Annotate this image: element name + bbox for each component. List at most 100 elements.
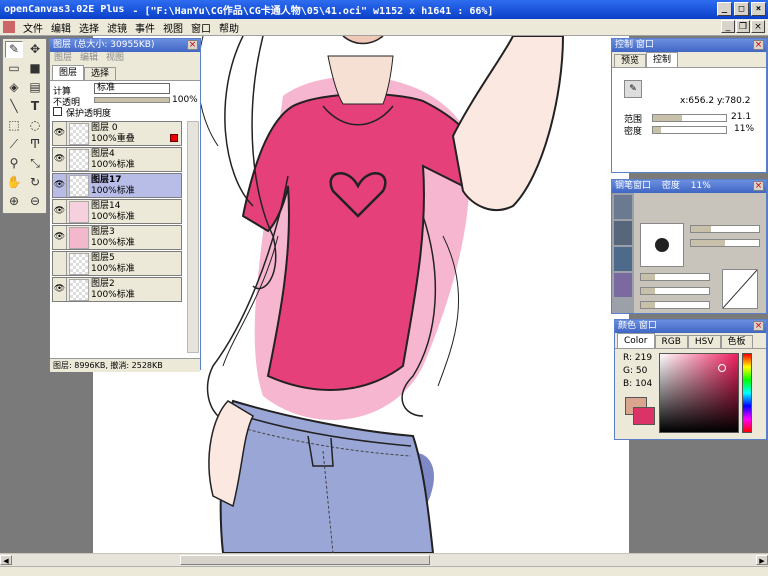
tab-swatches[interactable]: 色板	[720, 335, 753, 348]
layer-lock-icon[interactable]	[170, 134, 178, 142]
rect-select-icon[interactable]: ⬚	[5, 117, 23, 134]
text-select-icon[interactable]: Ͳ	[26, 136, 44, 153]
tab-rgb[interactable]: RGB	[654, 335, 688, 348]
layer-row[interactable]: 👁 图层 0 100%重叠	[52, 121, 182, 146]
layer-row[interactable]: 👁 图层3 100%标准	[52, 225, 182, 250]
tab-color[interactable]: Color	[617, 333, 655, 348]
brush-slider-5[interactable]	[640, 301, 710, 309]
line-tool-icon[interactable]: ╲	[5, 98, 23, 115]
brush-watercolor-icon[interactable]	[614, 273, 632, 297]
control-panel-header[interactable]: 控制 窗口 ×	[612, 39, 766, 52]
density-slider[interactable]	[652, 126, 727, 134]
subtab-layer[interactable]: 图层	[52, 65, 85, 80]
eye-icon[interactable]: 👁	[53, 122, 67, 145]
layer-row[interactable]: 👁 图层4 100%标准	[52, 147, 182, 172]
layer-row-selected[interactable]: 👁 图层17 100%标准	[52, 173, 182, 198]
protect-transparency-checkbox[interactable]	[53, 107, 62, 116]
lasso-select-icon[interactable]: ◌	[26, 117, 44, 134]
layer-name: 图层4	[91, 149, 115, 159]
layer-mode: 100%标准	[91, 264, 135, 274]
menu-window[interactable]: 窗口	[191, 20, 211, 35]
horizontal-scrollbar[interactable]: ◀ ▶	[0, 553, 768, 566]
toolbox: ✎ ✥ ▭ ■ ◈ ▤ ╲ T ⬚ ◌ ⟋ Ͳ ⚲ ⤡ ✋ ↻ ⊕ ⊖	[2, 38, 47, 214]
brush-panel-close-icon[interactable]: ×	[753, 181, 764, 191]
tab-preview[interactable]: 预览	[614, 54, 647, 67]
menu-file[interactable]: 文件	[23, 20, 43, 35]
color-panel-close-icon[interactable]: ×	[753, 321, 764, 331]
brush-slider-4[interactable]	[640, 287, 710, 295]
scroll-thumb[interactable]	[180, 555, 430, 565]
brush-panel-header[interactable]: 钢笔窗口 密度 11% ×	[612, 180, 766, 193]
zoom-in-icon[interactable]: ⊕	[5, 193, 23, 210]
text-tool-icon[interactable]: T	[26, 98, 44, 115]
bucket-fill-icon[interactable]: ◈	[5, 79, 23, 96]
hand-tool-icon[interactable]: ✋	[5, 174, 23, 191]
foreground-color-swatch[interactable]	[633, 407, 655, 425]
layer-row[interactable]: 👁 图层14 100%标准	[52, 199, 182, 224]
doc-close-button[interactable]: ×	[751, 20, 765, 33]
eye-icon[interactable]: 👁	[53, 278, 67, 301]
tab-layer[interactable]: 图层	[54, 52, 72, 65]
app-icon[interactable]	[3, 21, 15, 33]
maximize-button[interactable]: □	[734, 2, 749, 16]
brush-density-label: 密度	[661, 181, 680, 191]
eye-icon[interactable]: 👁	[53, 226, 67, 249]
layer-mode: 100%标准	[91, 290, 135, 300]
eye-icon[interactable]: 👁	[53, 200, 67, 223]
brush-slider-2[interactable]	[690, 239, 760, 247]
control-panel-close-icon[interactable]: ×	[753, 40, 764, 50]
move-tool-icon[interactable]: ✥	[26, 41, 44, 58]
scroll-right-arrow[interactable]: ▶	[756, 555, 768, 565]
color-panel-header[interactable]: 颜色 窗口 ×	[615, 320, 766, 333]
menu-help[interactable]: 帮助	[219, 20, 239, 35]
layers-panel-title: 图层 (总大小: 30955KB)	[53, 40, 155, 50]
menu-edit[interactable]: 编辑	[51, 20, 71, 35]
gradient-icon[interactable]: ▤	[26, 79, 44, 96]
layer-row[interactable]: 图层5 100%标准	[52, 251, 182, 276]
layer-name: 图层3	[91, 227, 115, 237]
rotate-tool-icon[interactable]: ↻	[26, 174, 44, 191]
eye-icon[interactable]: 👁	[53, 148, 67, 171]
eye-icon[interactable]: 👁	[53, 174, 67, 197]
scroll-left-arrow[interactable]: ◀	[0, 555, 12, 565]
pressure-curve[interactable]	[722, 269, 758, 309]
doc-restore-button[interactable]: ❐	[736, 20, 750, 33]
brush-slider-1[interactable]	[690, 225, 760, 233]
layers-panel-header[interactable]: 图层 (总大小: 30955KB) ×	[50, 39, 200, 52]
zoom-out-icon[interactable]: ⊖	[26, 193, 44, 210]
status-bar	[0, 566, 768, 576]
menu-event[interactable]: 事件	[135, 20, 155, 35]
tab-edit[interactable]: 编辑	[80, 52, 98, 65]
eyedropper-icon[interactable]: ⚲	[5, 155, 23, 172]
menu-select[interactable]: 选择	[79, 20, 99, 35]
layers-scrollbar[interactable]	[187, 121, 199, 353]
minimize-button[interactable]: _	[717, 2, 732, 16]
brush-airbrush-icon[interactable]	[614, 247, 632, 271]
subtab-select[interactable]: 选择	[84, 67, 117, 80]
menu-view[interactable]: 视图	[163, 20, 183, 35]
brush-pen-icon[interactable]	[614, 221, 632, 245]
rectangle-fill-icon[interactable]: ■	[26, 60, 44, 77]
rectangle-outline-icon[interactable]: ▭	[5, 60, 23, 77]
line-select-icon[interactable]: ⟋	[5, 136, 23, 153]
pen-tool-icon[interactable]: ✎	[5, 41, 23, 58]
transform-icon[interactable]: ⤡	[26, 155, 44, 172]
layer-row[interactable]: 👁 图层2 100%标准	[52, 277, 182, 302]
brush-pencil-icon[interactable]	[614, 195, 632, 219]
eye-hidden-icon[interactable]	[53, 252, 67, 275]
tab-view[interactable]: 视图	[106, 52, 124, 65]
layers-panel-close-icon[interactable]: ×	[187, 40, 198, 50]
brush-slider-3[interactable]	[640, 273, 710, 281]
color-picker-square[interactable]	[659, 353, 739, 433]
layer-thumbnail	[69, 201, 89, 223]
hue-slider[interactable]	[742, 353, 752, 433]
doc-minimize-button[interactable]: _	[721, 20, 735, 33]
blend-mode-select[interactable]: 标准	[94, 83, 170, 94]
tab-control[interactable]: 控制	[646, 52, 679, 67]
layer-thumbnail	[69, 123, 89, 145]
opacity-slider[interactable]	[94, 97, 170, 103]
range-slider[interactable]	[652, 114, 727, 122]
tab-hsv[interactable]: HSV	[687, 335, 721, 348]
close-button[interactable]: ×	[751, 2, 766, 16]
menu-filter[interactable]: 滤镜	[107, 20, 127, 35]
